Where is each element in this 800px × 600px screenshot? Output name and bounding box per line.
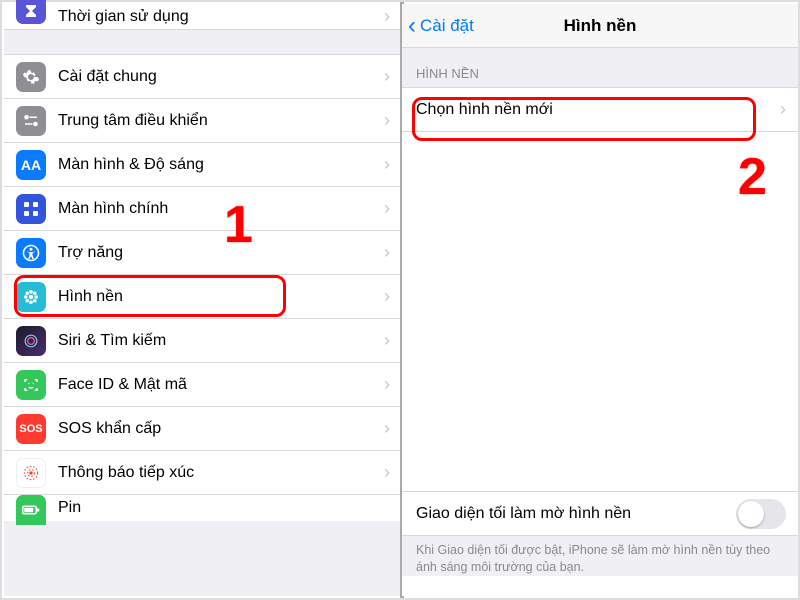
- row-general[interactable]: Cài đặt chung ›: [4, 55, 400, 99]
- chevron-right-icon: ›: [384, 66, 390, 87]
- row-label: Màn hình chính: [58, 200, 384, 218]
- row-label: Giao diện tối làm mờ hình nền: [416, 505, 736, 523]
- chevron-right-icon: ›: [384, 286, 390, 307]
- section-header: HÌNH NỀN: [402, 48, 798, 88]
- siri-icon: [16, 326, 46, 356]
- chevron-right-icon: ›: [384, 374, 390, 395]
- chevron-left-icon: ‹: [408, 14, 416, 38]
- faceid-icon: [16, 370, 46, 400]
- row-label: Màn hình & Độ sáng: [58, 156, 384, 174]
- toggle-dark-dims[interactable]: [736, 499, 786, 529]
- page-title: Hình nền: [564, 16, 637, 36]
- settings-list: Thời gian sử dụng › Cài đặt chung › Trun…: [4, 4, 400, 596]
- row-home-screen[interactable]: Màn hình chính ›: [4, 187, 400, 231]
- back-label: Cài đặt: [420, 16, 474, 36]
- chevron-right-icon: ›: [384, 110, 390, 131]
- row-exposure[interactable]: Thông báo tiếp xúc ›: [4, 451, 400, 495]
- row-screen-time[interactable]: Thời gian sử dụng ›: [4, 4, 400, 30]
- row-label: Pin: [58, 499, 390, 517]
- row-label: Hình nền: [58, 288, 384, 306]
- row-dark-dims[interactable]: Giao diện tối làm mờ hình nền: [402, 492, 798, 536]
- grid-icon: [16, 194, 46, 224]
- battery-icon: [16, 495, 46, 525]
- footer-note: Khi Giao diện tối được bật, iPhone sẽ là…: [402, 536, 798, 576]
- chevron-right-icon: ›: [384, 462, 390, 483]
- sliders-icon: [16, 106, 46, 136]
- text-size-icon: AA: [16, 150, 46, 180]
- flower-icon: [16, 282, 46, 312]
- row-siri[interactable]: Siri & Tìm kiếm ›: [4, 319, 400, 363]
- chevron-right-icon: ›: [384, 198, 390, 219]
- hourglass-icon: [16, 0, 46, 24]
- row-battery[interactable]: Pin: [4, 495, 400, 521]
- accessibility-icon: [16, 238, 46, 268]
- chevron-right-icon: ›: [384, 242, 390, 263]
- wallpaper-pane: ‹ Cài đặt Hình nền HÌNH NỀN Chọn hình nề…: [402, 4, 798, 596]
- section-gap: [4, 30, 400, 55]
- chevron-right-icon: ›: [384, 154, 390, 175]
- exposure-icon: [16, 458, 46, 488]
- row-label: SOS khẩn cấp: [58, 420, 384, 438]
- annotation-2: 2: [738, 147, 767, 207]
- chevron-right-icon: ›: [384, 330, 390, 351]
- annotation-1: 1: [224, 195, 253, 255]
- row-choose-new-wallpaper[interactable]: Chọn hình nền mới ›: [402, 88, 798, 132]
- row-label: Trung tâm điều khiển: [58, 112, 384, 130]
- row-label: Thông báo tiếp xúc: [58, 464, 384, 482]
- chevron-right-icon: ›: [780, 99, 786, 120]
- row-accessibility[interactable]: Trợ năng ›: [4, 231, 400, 275]
- sos-icon: SOS: [16, 414, 46, 444]
- row-label: Cài đặt chung: [58, 68, 384, 86]
- row-control-center[interactable]: Trung tâm điều khiển ›: [4, 99, 400, 143]
- row-label: Face ID & Mật mã: [58, 376, 384, 394]
- back-button[interactable]: ‹ Cài đặt: [408, 4, 474, 47]
- chevron-right-icon: ›: [384, 6, 390, 27]
- row-label: Siri & Tìm kiếm: [58, 332, 384, 350]
- gear-icon: [16, 62, 46, 92]
- row-label: Thời gian sử dụng: [58, 8, 384, 26]
- row-wallpaper[interactable]: Hình nền ›: [4, 275, 400, 319]
- row-faceid[interactable]: Face ID & Mật mã ›: [4, 363, 400, 407]
- chevron-right-icon: ›: [384, 418, 390, 439]
- row-display-brightness[interactable]: AA Màn hình & Độ sáng ›: [4, 143, 400, 187]
- row-label: Trợ năng: [58, 244, 384, 262]
- navbar: ‹ Cài đặt Hình nền: [402, 4, 798, 48]
- row-sos[interactable]: SOS SOS khẩn cấp ›: [4, 407, 400, 451]
- row-label: Chọn hình nền mới: [416, 101, 780, 119]
